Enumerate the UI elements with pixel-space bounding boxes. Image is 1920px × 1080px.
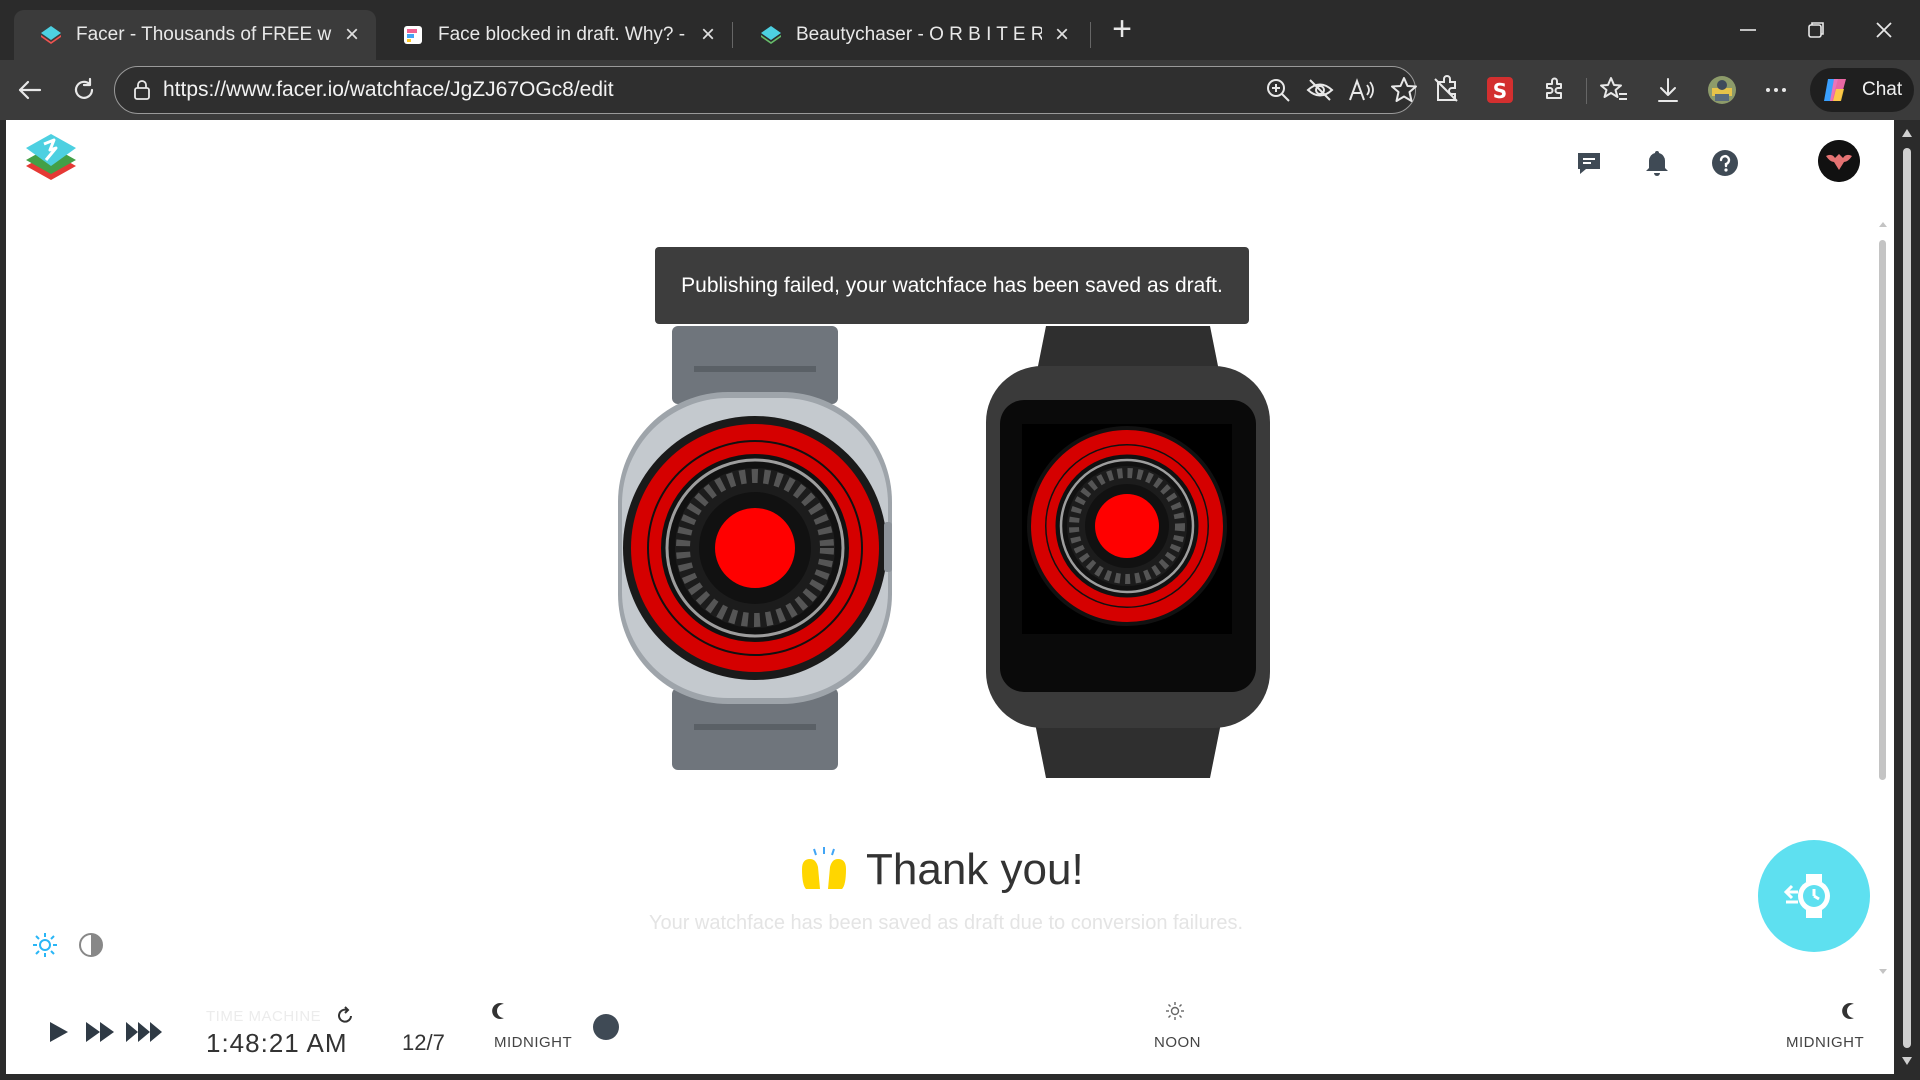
scroll-up-icon[interactable] (1876, 218, 1890, 232)
publish-failed-toast: Publishing failed, your watchface has be… (655, 247, 1249, 324)
play-icon[interactable] (38, 1012, 78, 1052)
timeline-slider-knob[interactable] (593, 1014, 619, 1040)
back-arrow-icon[interactable] (10, 70, 50, 110)
draft-subtitle: Your watchface has been saved as draft d… (648, 912, 1244, 934)
close-window-icon[interactable] (1864, 10, 1904, 50)
timeline-end-label: MIDNIGHT (1786, 1034, 1865, 1051)
moon-icon (492, 1003, 504, 1019)
lock-icon[interactable] (131, 79, 153, 101)
scrollbar-thumb[interactable] (1903, 148, 1911, 1048)
moon-icon (1842, 1003, 1854, 1019)
zoom-icon[interactable] (1263, 75, 1293, 105)
new-tab-button[interactable]: + (1106, 12, 1138, 46)
fast-forward-icon[interactable] (80, 1012, 120, 1052)
time-machine-label: TIME MACHINE (206, 1008, 322, 1025)
current-time: 1:48:21 AM (206, 1028, 348, 1058)
minimize-icon[interactable] (1728, 10, 1768, 50)
sun-icon (1166, 1002, 1184, 1020)
timeline-start-label: MIDNIGHT (494, 1034, 573, 1051)
watch-sync-icon (1783, 874, 1830, 918)
thank-you-title: Thank you! (866, 845, 1084, 894)
tab-title: Facer - Thousands of FREE watch faces (76, 24, 332, 45)
scrollbar-thumb[interactable] (1879, 240, 1886, 780)
facer-favicon-icon (761, 26, 781, 44)
tab-support[interactable]: Face blocked in draft. Why? - Support × (376, 10, 732, 60)
read-aloud-icon[interactable] (1347, 75, 1377, 105)
reload-icon[interactable] (64, 70, 104, 110)
messages-icon[interactable] (1574, 148, 1604, 178)
timeline-mid-label: NOON (1154, 1034, 1201, 1051)
svg-text:S: S (1493, 79, 1507, 103)
content-scrollbar[interactable] (1876, 218, 1890, 978)
browser-scrollbar[interactable] (1894, 120, 1920, 1074)
bat-avatar-icon (1818, 140, 1860, 182)
notifications-bell-icon[interactable] (1642, 148, 1672, 178)
round-watch-preview (618, 326, 892, 770)
facer-logo-icon[interactable] (22, 130, 80, 188)
tab-facer[interactable]: Facer - Thousands of FREE watch faces × (14, 10, 376, 60)
copilot-icon (1824, 79, 1846, 101)
extension-puzzle-off-icon[interactable] (1430, 74, 1462, 106)
address-bar[interactable]: https://www.facer.io/watchface/JgZJ67OGc… (114, 66, 1419, 114)
tab-separator (732, 22, 733, 48)
more-options-icon[interactable] (1760, 74, 1792, 106)
favorite-star-icon[interactable] (1389, 75, 1419, 105)
fastest-forward-icon[interactable] (124, 1012, 164, 1052)
copilot-chat-button[interactable]: Chat (1810, 68, 1914, 112)
close-tab-icon[interactable]: × (698, 23, 718, 47)
scroll-down-icon[interactable] (1876, 964, 1890, 978)
toolbar-separator (1586, 78, 1587, 104)
tab-title: Beautychaser - O R B I T E R - watch fac… (796, 24, 1042, 45)
extensions-icon[interactable] (1538, 74, 1570, 106)
tab-title: Face blocked in draft. Why? - Support (438, 24, 688, 45)
chat-label: Chat (1862, 79, 1903, 100)
toast-message: Publishing failed, your watchface has be… (681, 273, 1223, 297)
favorites-icon[interactable] (1598, 74, 1630, 106)
close-tab-icon[interactable]: × (342, 23, 362, 47)
square-watch-preview (986, 326, 1270, 778)
contrast-mode-icon[interactable] (76, 930, 106, 960)
user-avatar[interactable] (1818, 140, 1860, 182)
s-extension-icon[interactable]: S (1484, 74, 1516, 106)
close-tab-icon[interactable]: × (1052, 23, 1072, 47)
help-icon[interactable] (1710, 148, 1740, 178)
tracking-prevention-icon[interactable] (1305, 75, 1335, 105)
tab-separator (1090, 22, 1091, 48)
profile-avatar-icon[interactable] (1706, 74, 1738, 106)
downloads-icon[interactable] (1652, 74, 1684, 106)
light-mode-sun-icon[interactable] (30, 930, 60, 960)
watch-sync-fab[interactable] (1758, 840, 1870, 952)
tab-beautychaser[interactable]: Beautychaser - O R B I T E R - watch fac… (734, 10, 1086, 60)
restore-icon[interactable] (1796, 10, 1836, 50)
current-date[interactable]: 12/7 (402, 1030, 445, 1056)
scroll-down-icon[interactable] (1894, 1048, 1920, 1072)
facer-favicon-icon (41, 26, 61, 44)
raised-hands-icon (802, 847, 846, 889)
reset-time-icon[interactable] (334, 1004, 356, 1026)
tab-bar: Facer - Thousands of FREE watch faces × … (0, 0, 1920, 60)
support-favicon-icon (404, 26, 422, 44)
scroll-up-icon[interactable] (1894, 122, 1920, 146)
facer-editor-page: Publishing failed, your watchface has be… (6, 120, 1894, 1074)
url-text[interactable]: https://www.facer.io/watchface/JgZJ67OGc… (163, 78, 614, 102)
address-toolbar: https://www.facer.io/watchface/JgZJ67OGc… (0, 60, 1920, 120)
thank-you-heading: Thank you! (796, 840, 1126, 900)
